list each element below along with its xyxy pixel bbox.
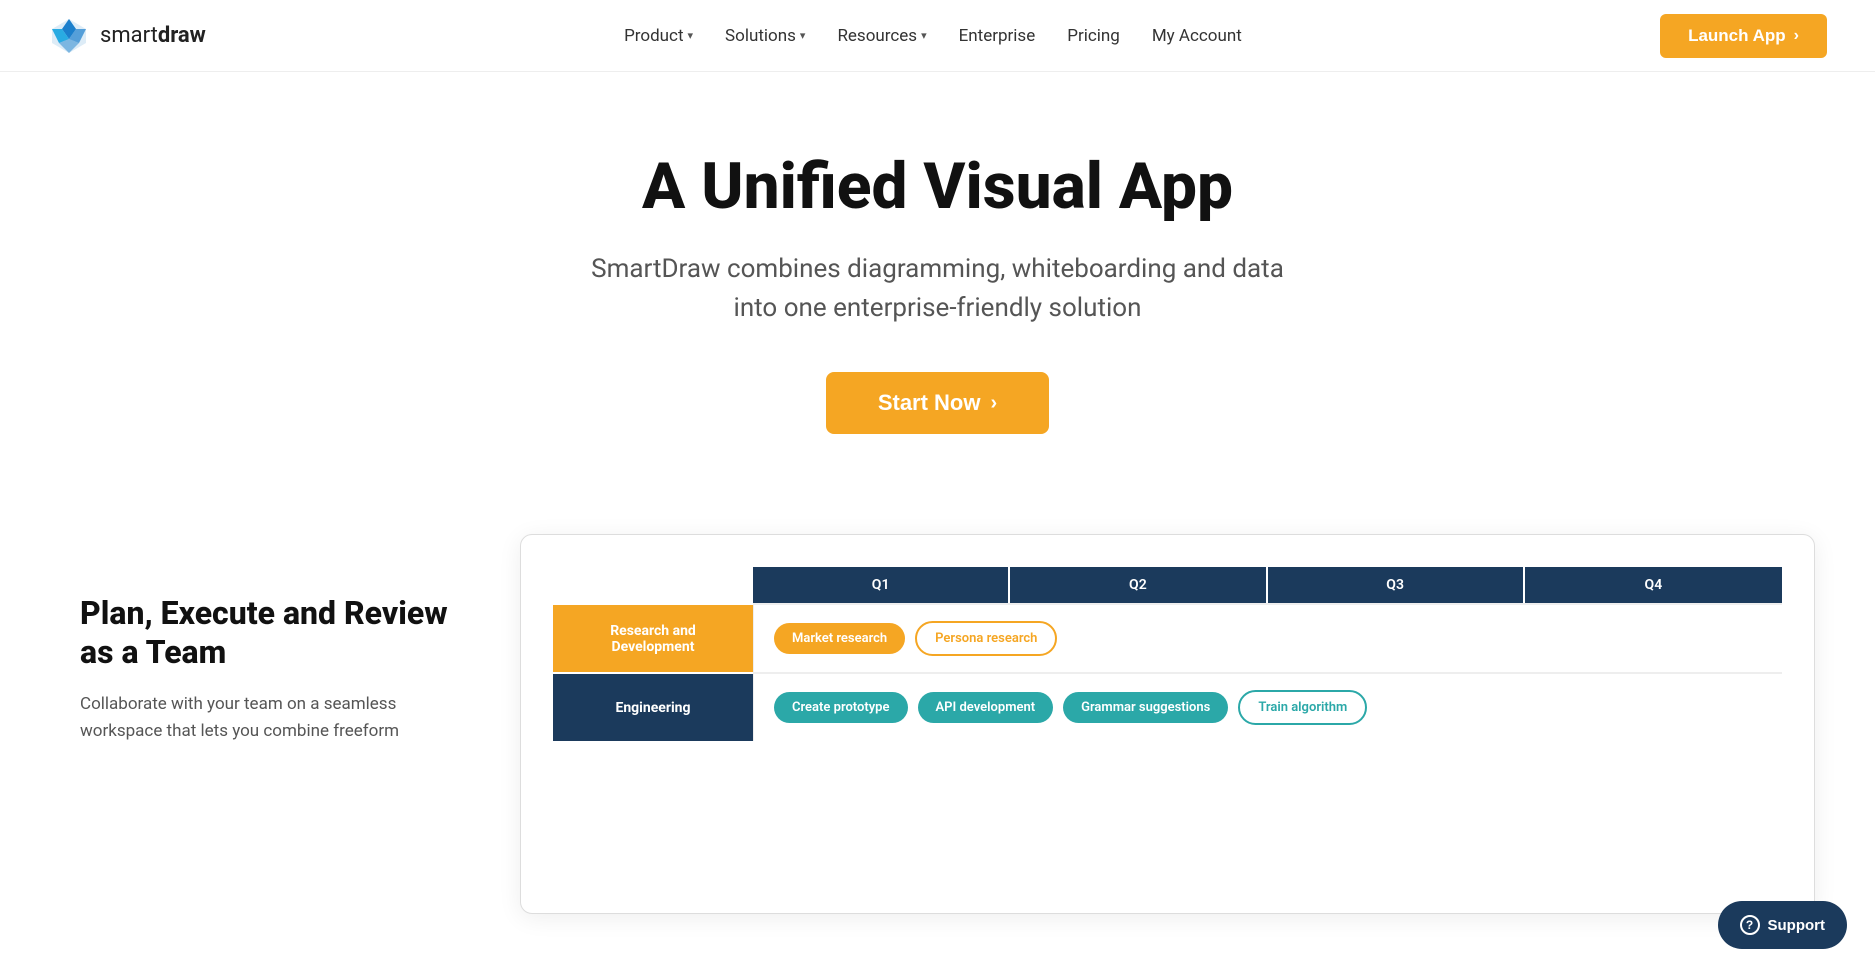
nav-item-pricing[interactable]: Pricing [1067,26,1120,46]
q2-header: Q2 [1010,567,1267,603]
bottom-section: Plan, Execute and Review as a Team Colla… [0,534,1875,914]
hero-section: A Unified Visual App SmartDraw combines … [0,72,1875,494]
tag-market-research: Market research [774,623,905,654]
arrow-right-icon: › [1794,27,1799,45]
row-label-rd: Research and Development [553,603,753,672]
left-panel: Plan, Execute and Review as a Team Colla… [80,534,460,745]
tag-train-algorithm: Train algorithm [1238,690,1367,725]
q4-header: Q4 [1525,567,1782,603]
logo-icon [48,15,90,57]
diagram-empty-cell [553,567,753,603]
row-content-rd: Market research Persona research [753,603,1782,672]
tag-grammar-suggestions: Grammar suggestions [1063,692,1228,723]
q3-header: Q3 [1268,567,1525,603]
logo[interactable]: smartdraw [48,15,206,57]
diagram-card: Q1 Q2 Q3 Q4 Research and Development Mar… [520,534,1815,914]
hero-subheading: SmartDraw combines diagramming, whiteboa… [588,250,1288,328]
chevron-down-icon: ▾ [688,29,694,42]
launch-app-button[interactable]: Launch App › [1660,14,1827,58]
diagram-header: Q1 Q2 Q3 Q4 [553,567,1782,603]
left-panel-heading: Plan, Execute and Review as a Team [80,594,460,671]
start-now-button[interactable]: Start Now › [826,372,1049,434]
navbar: smartdraw Product ▾ Solutions ▾ Resource… [0,0,1875,72]
hero-heading: A Unified Visual App [20,152,1855,222]
nav-item-solutions[interactable]: Solutions ▾ [725,26,805,46]
tag-persona-research: Persona research [915,621,1057,656]
nav-item-resources[interactable]: Resources ▾ [837,26,926,46]
chevron-down-icon: ▾ [921,29,927,42]
tag-api-development: API development [918,692,1054,723]
row-content-engineering: Create prototype API development Grammar… [753,672,1782,741]
support-button[interactable]: ? Support [1718,901,1848,949]
chevron-down-icon: ▾ [800,29,806,42]
tag-create-prototype: Create prototype [774,692,908,723]
row-label-engineering: Engineering [553,672,753,741]
logo-text: smartdraw [100,23,206,48]
arrow-right-icon: › [991,392,998,415]
q1-header: Q1 [753,567,1010,603]
nav-item-product[interactable]: Product ▾ [624,26,693,46]
nav-item-enterprise[interactable]: Enterprise [959,26,1036,46]
nav-links: Product ▾ Solutions ▾ Resources ▾ Enterp… [624,26,1242,46]
help-circle-icon: ? [1740,915,1760,935]
nav-item-myaccount[interactable]: My Account [1152,26,1242,46]
diagram-body: Research and Development Market research… [553,603,1782,741]
left-panel-body: Collaborate with your team on a seamless… [80,691,460,745]
